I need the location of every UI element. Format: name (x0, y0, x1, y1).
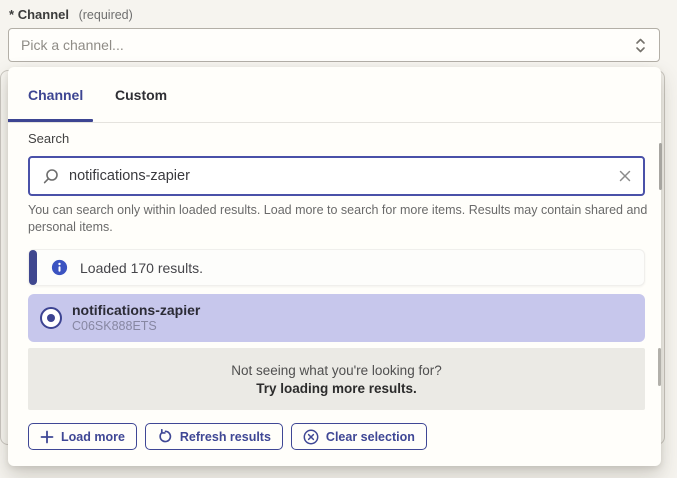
result-texts: notifications-zapier C06SK888ETS (72, 302, 200, 334)
field-label: * Channel (required) (9, 7, 133, 22)
radio-selected-icon[interactable] (40, 307, 62, 329)
search-box (28, 156, 645, 196)
hint-suggestion: Try loading more results. (256, 381, 417, 396)
search-label: Search (28, 131, 69, 146)
magnifier-icon (42, 168, 59, 185)
tab-channel[interactable]: Channel (28, 87, 83, 103)
result-id: C06SK888ETS (72, 319, 200, 334)
info-icon (51, 259, 68, 276)
alert-text: Loaded 170 results. (80, 260, 203, 276)
hint-question: Not seeing what you're looking for? (231, 363, 441, 378)
search-input[interactable] (69, 168, 609, 184)
tab-divider (8, 122, 661, 123)
clear-search-icon[interactable] (619, 170, 631, 182)
clear-selection-label: Clear selection (326, 430, 415, 444)
load-more-button[interactable]: Load more (28, 423, 137, 450)
radio-dot (47, 314, 55, 322)
not-seeing-hint: Not seeing what you're looking for? Try … (28, 348, 645, 410)
channel-dropdown-panel: Channel Custom Search You can search onl… (8, 67, 661, 466)
field-label-text: Channel (18, 7, 69, 22)
refresh-results-label: Refresh results (180, 430, 271, 444)
refresh-icon (157, 429, 173, 445)
clear-circle-icon (303, 429, 319, 445)
search-helper-text: You can search only within loaded result… (28, 202, 648, 236)
active-tab-underline (8, 119, 93, 122)
select-placeholder: Pick a channel... (21, 37, 634, 53)
load-more-label: Load more (61, 430, 125, 444)
refresh-results-button[interactable]: Refresh results (145, 423, 283, 450)
result-name: notifications-zapier (72, 302, 200, 319)
clear-selection-button[interactable]: Clear selection (291, 423, 427, 450)
channel-select[interactable]: Pick a channel... (8, 28, 660, 62)
required-note: (required) (79, 8, 133, 22)
scrollbar-thumb[interactable] (659, 143, 662, 190)
loaded-results-alert: Loaded 170 results. (28, 249, 645, 286)
required-asterisk: * (9, 7, 14, 22)
alert-accent-bar (29, 250, 37, 285)
chevron-up-down-icon (634, 37, 647, 54)
scrollbar-thumb[interactable] (658, 348, 661, 386)
result-row-notifications-zapier[interactable]: notifications-zapier C06SK888ETS (28, 294, 645, 342)
tab-custom[interactable]: Custom (115, 87, 167, 103)
plus-icon (40, 430, 54, 444)
page: { "field": { "asterisk": "*", "label": "… (0, 0, 677, 478)
dropdown-actions: Load more Refresh results Clear selectio… (28, 423, 427, 450)
